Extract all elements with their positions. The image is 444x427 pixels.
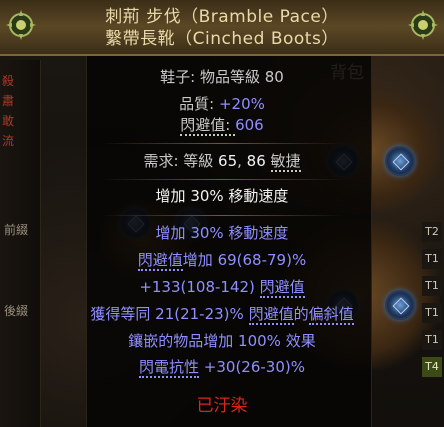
separator (100, 179, 344, 180)
requires-level: 65 (218, 152, 238, 170)
quality-label: 品質: (179, 95, 219, 113)
tooltip-header: 刺荊 步伐（Bramble Pace） 繫帶長靴（Cinched Boots） (0, 0, 444, 56)
requires-sep: , (237, 152, 247, 170)
item-tooltip: 刺荊 步伐（Bramble Pace） 繫帶長靴（Cinched Boots） … (0, 0, 444, 427)
explicit-mod-3: +133(108-142) 閃避值 (0, 278, 444, 298)
mod4-link-deflection[interactable]: 偏斜值 (308, 305, 354, 325)
explicit-mod-4: 獲得等同 21(21-23)% 閃避值的偏斜值 (0, 305, 444, 325)
explicit-mod-5: 鑲嵌的物品增加 100% 效果 (128, 332, 316, 350)
corrupted-label: 已汙染 (196, 396, 248, 416)
requirements-line: 需求: 等級 65, 86 敏捷 (0, 152, 444, 172)
requires-dex-label: 敏捷 (270, 152, 301, 172)
evasion-line: 閃避值: 606 (0, 116, 444, 136)
explicit-mod-2: 閃避值增加 69(68-79)% (0, 251, 444, 271)
requires-label: 需求: 等級 (143, 152, 219, 170)
mod3-text: +133(108-142) (139, 278, 260, 296)
mod2-text: 增加 69(68-79)% (182, 251, 307, 269)
mod6-text: +30(26-30)% (199, 358, 305, 376)
explicit-mod-1: 增加 30% 移動速度 (155, 224, 289, 242)
implicit-mod: 增加 30% 移動速度 (155, 187, 289, 205)
mod4-prefix: 獲得等同 21(21-23)% (90, 305, 249, 323)
item-class-line: 鞋子: 物品等級 80 (160, 68, 284, 86)
item-name: 刺荊 步伐（Bramble Pace） (105, 7, 339, 27)
requires-dex-value: 86 (246, 152, 266, 170)
mod3-link[interactable]: 閃避值 (259, 278, 305, 298)
item-base-type: 繫帶長靴（Cinched Boots） (105, 29, 339, 49)
quality-line: 品質: +20% (0, 95, 444, 114)
separator (100, 143, 344, 144)
separator (100, 215, 344, 216)
mod6-link[interactable]: 閃電抗性 (139, 358, 200, 378)
evasion-value: 606 (235, 116, 264, 134)
quality-value: +20% (218, 95, 265, 113)
explicit-mod-6: 閃電抗性 +30(26-30)% (0, 358, 444, 378)
evasion-label: 閃避值: (180, 116, 236, 136)
mod4-link-evasion[interactable]: 閃避值 (248, 305, 294, 325)
mod2-link[interactable]: 閃避值 (137, 251, 183, 271)
mod4-mid: 的 (293, 305, 309, 323)
